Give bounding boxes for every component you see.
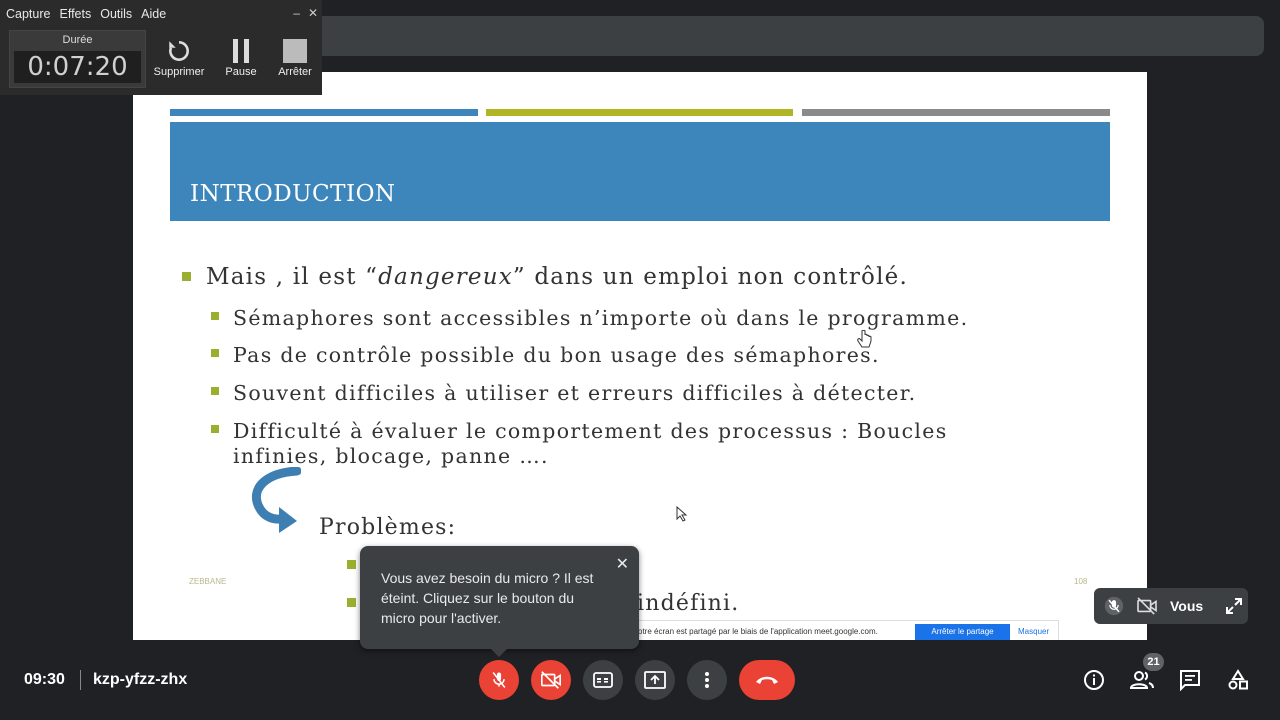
sub-bullet-3: Souvent difficiles à utiliser et erreurs…	[211, 381, 917, 405]
close-icon[interactable]: ✕	[308, 6, 318, 20]
participant-count-badge: 21	[1143, 653, 1164, 671]
info-icon	[1084, 670, 1104, 690]
stripe-green	[486, 109, 793, 116]
bullet-square-icon	[211, 349, 219, 357]
meeting-time: 09:30	[24, 671, 65, 688]
present-screen-icon	[644, 671, 666, 689]
restart-icon	[151, 36, 207, 66]
captions-button[interactable]	[583, 660, 623, 700]
delete-button[interactable]: Supprimer	[151, 36, 207, 78]
recorder-window-controls: – ✕	[285, 6, 318, 20]
expand-icon[interactable]	[1225, 597, 1243, 615]
leave-call-button[interactable]	[739, 660, 795, 700]
camera-toggle-button[interactable]	[531, 660, 571, 700]
meeting-code: kzp-yfzz-zhx	[93, 671, 188, 688]
duration-value: 0:07:20	[14, 51, 141, 83]
slide-number: 108	[1074, 577, 1088, 586]
bullet-square-icon	[182, 272, 191, 281]
chat-icon	[1180, 670, 1200, 691]
pause-icon	[213, 36, 269, 66]
tooltip-close-icon[interactable]: ✕	[616, 554, 629, 574]
meeting-details-button[interactable]	[1082, 668, 1106, 692]
problems-label: Problèmes:	[319, 515, 457, 540]
bullet-square-icon	[211, 425, 219, 433]
people-icon	[1130, 671, 1154, 689]
share-notification-text: otre écran est partagé par le biais de l…	[638, 627, 878, 636]
tooltip-arrow	[491, 649, 507, 657]
activities-button[interactable]	[1226, 668, 1250, 692]
hide-button[interactable]: Masquer	[1018, 627, 1049, 636]
duration-label: Durée	[62, 34, 93, 46]
delete-label: Supprimer	[153, 66, 205, 78]
stripe-grey	[802, 109, 1110, 116]
sub-bullet-text: Pas de contrôle possible du bon usage de…	[233, 343, 880, 367]
sub-bullet-4-continuation: infinies, blocage, panne ….	[233, 444, 549, 468]
menu-aide[interactable]: Aide	[141, 7, 166, 21]
bullet-square-icon	[211, 387, 219, 395]
hang-up-icon	[756, 676, 778, 684]
sub-bullet-4: Difficulté à évaluer le comportement des…	[211, 419, 948, 443]
self-name: Vous	[1170, 598, 1204, 614]
pause-button[interactable]: Pause	[213, 36, 269, 78]
more-vert-icon	[705, 672, 709, 688]
more-options-button[interactable]	[687, 660, 727, 700]
present-screen-button[interactable]	[635, 660, 675, 700]
chat-button[interactable]	[1178, 668, 1202, 692]
main-bullet: Mais , il est “dangereux” dans un emploi…	[182, 264, 908, 290]
mic-tooltip: Vous avez besoin du micro ? Il est étein…	[360, 546, 639, 657]
stripe-blue	[170, 109, 478, 116]
shared-screen: INTRODUCTION Mais , il est “dangereux” d…	[133, 72, 1147, 640]
sub-bullet-text: Souvent difficiles à utiliser et erreurs…	[233, 381, 917, 405]
stop-icon	[267, 36, 323, 66]
sub-bullet-text: Sémaphores sont accessibles n’importe où…	[233, 306, 969, 330]
sub-bullet-text: Difficulté à évaluer le comportement des…	[233, 419, 948, 443]
top-bar	[322, 16, 1264, 56]
minimize-icon[interactable]: –	[293, 6, 300, 20]
bullet-square-icon	[211, 312, 219, 320]
recorder-menu: Capture Effets Outils Aide	[0, 0, 322, 28]
camera-off-icon	[541, 671, 561, 689]
stop-label: Arrêter	[278, 66, 312, 78]
arrow-cursor-icon	[676, 506, 688, 522]
main-bullet-emphasis: dangereux	[378, 264, 513, 290]
curved-arrow-icon	[251, 467, 301, 533]
stop-button[interactable]: Arrêter	[267, 36, 323, 78]
mic-tooltip-message: Vous avez besoin du micro ? Il est étein…	[381, 570, 594, 626]
main-bullet-after: ” dans un emploi non contrôlé.	[512, 264, 908, 290]
camera-off-icon	[1137, 597, 1157, 615]
slide-title: INTRODUCTION	[190, 181, 396, 207]
hand-cursor-icon	[857, 330, 872, 348]
slide-footer-author: ZEBBANE	[189, 577, 227, 586]
menu-effets[interactable]: Effets	[59, 7, 91, 21]
self-view-tile[interactable]: Vous	[1094, 588, 1248, 624]
pause-label: Pause	[225, 66, 257, 78]
bullet-square-icon	[347, 598, 356, 607]
duration-panel: Durée 0:07:20	[9, 30, 146, 88]
mic-off-icon	[492, 672, 506, 688]
mic-off-icon	[1104, 596, 1124, 616]
activities-icon	[1228, 669, 1248, 690]
share-notification-bar: otre écran est partagé par le biais de l…	[633, 620, 1059, 640]
sub-bullet-2: Pas de contrôle possible du bon usage de…	[211, 343, 880, 367]
mic-toggle-button[interactable]	[479, 660, 519, 700]
menu-outils[interactable]: Outils	[100, 7, 132, 21]
people-button[interactable]	[1130, 668, 1154, 692]
slide-header: INTRODUCTION	[170, 122, 1110, 221]
divider	[80, 670, 81, 690]
bullet-square-icon	[347, 560, 356, 569]
recorder-window: Capture Effets Outils Aide – ✕ Durée 0:0…	[0, 0, 322, 95]
sub-bullet-1: Sémaphores sont accessibles n’importe où…	[211, 306, 969, 330]
closed-captions-icon	[593, 672, 613, 688]
main-bullet-before: Mais , il est “	[206, 264, 379, 290]
hidden-bullet-tail: indéfini.	[637, 591, 740, 616]
stop-sharing-button[interactable]: Arrêter le partage	[915, 624, 1010, 640]
menu-capture[interactable]: Capture	[6, 7, 50, 21]
